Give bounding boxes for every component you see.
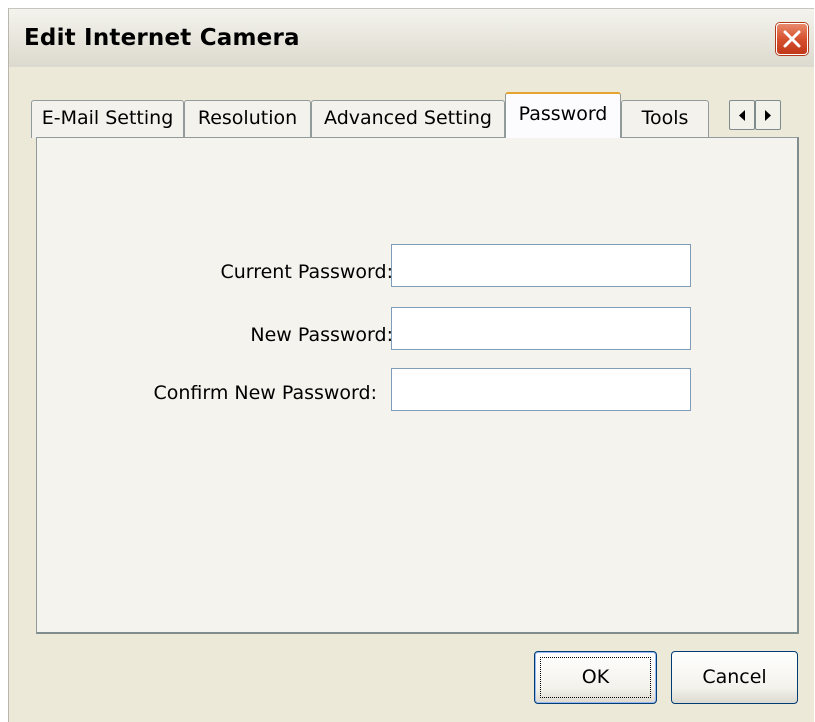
tab-tools[interactable]: Tools — [621, 100, 709, 138]
tab-email-setting[interactable]: E-Mail Setting — [31, 100, 184, 138]
tab-resolution[interactable]: Resolution — [184, 100, 311, 138]
window-title: Edit Internet Camera — [24, 25, 300, 51]
tab-scroll-left-button[interactable] — [729, 100, 755, 130]
tab-password[interactable]: Password — [505, 92, 621, 138]
tab-scroll-right-button[interactable] — [755, 100, 781, 130]
new-password-input[interactable] — [391, 307, 691, 350]
arrow-left-icon — [739, 110, 745, 121]
close-icon — [783, 30, 801, 48]
tab-label: Password — [518, 103, 608, 125]
current-password-input[interactable] — [391, 244, 691, 287]
ok-button[interactable]: OK — [534, 651, 657, 704]
current-password-label: Current Password: — [220, 261, 393, 283]
tab-advanced-setting[interactable]: Advanced Setting — [311, 100, 505, 138]
tab-label: Advanced Setting — [324, 107, 492, 129]
tab-label: Tools — [641, 107, 689, 129]
arrow-right-icon — [765, 110, 771, 121]
cancel-button-label: Cancel — [702, 666, 767, 688]
password-tab-panel: Current Password: New Password: Confirm … — [36, 137, 799, 634]
confirm-password-input[interactable] — [391, 368, 691, 411]
focus-ring — [540, 657, 651, 698]
tab-label: Resolution — [197, 107, 298, 129]
title-bar[interactable]: Edit Internet Camera — [9, 9, 814, 67]
close-button[interactable] — [776, 23, 808, 55]
confirm-password-label: Confirm New Password: — [153, 382, 377, 404]
cancel-button[interactable]: Cancel — [671, 651, 798, 704]
edit-internet-camera-dialog: Edit Internet Camera E-Mail Setting Reso… — [8, 8, 814, 722]
tab-label: E-Mail Setting — [41, 107, 174, 129]
new-password-label: New Password: — [250, 324, 393, 346]
